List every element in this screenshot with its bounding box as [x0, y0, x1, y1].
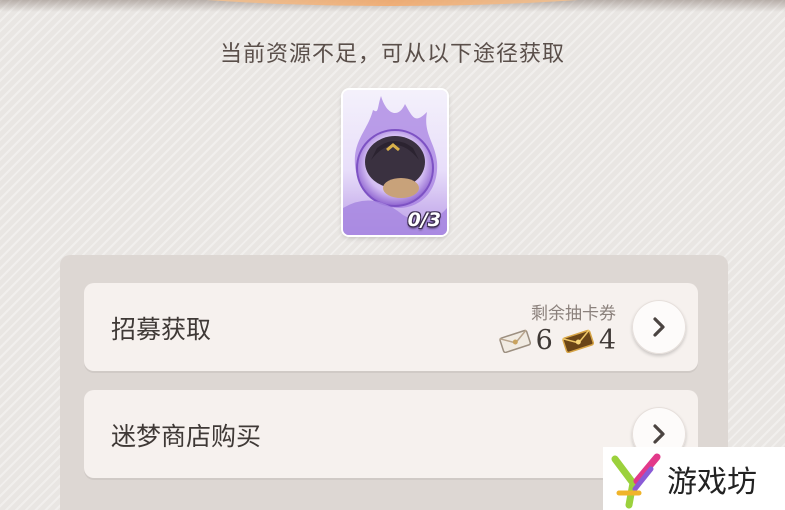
- silver-ticket-count: 6: [535, 325, 553, 356]
- watermark-text: 游戏坊: [667, 465, 757, 500]
- item-count: 0/3: [407, 209, 441, 231]
- resource-card[interactable]: 0/3: [343, 90, 447, 235]
- dialog-title: 当前资源不足，可从以下途径获取: [219, 42, 565, 67]
- chevron-right-icon: [653, 424, 665, 444]
- gold-ticket-icon: [562, 329, 594, 353]
- recruit-arrow-button[interactable]: [632, 300, 686, 354]
- recruit-option[interactable]: 招募获取 剩余抽卡券 6 4: [84, 283, 698, 371]
- gold-ticket-count: 4: [598, 325, 616, 356]
- recruit-label: 招募获取: [111, 315, 212, 344]
- ticket-caption: 剩余抽卡券: [531, 304, 616, 324]
- chevron-right-icon: [653, 317, 665, 337]
- y-logo-icon: [611, 453, 661, 509]
- silver-ticket: 6: [498, 325, 553, 356]
- ticket-list: 6 4: [490, 325, 616, 356]
- shop-label: 迷梦商店购买: [111, 422, 262, 451]
- gold-ticket: 4: [561, 325, 616, 356]
- silver-ticket-icon: [498, 329, 531, 353]
- watermark: 游戏坊: [603, 447, 785, 510]
